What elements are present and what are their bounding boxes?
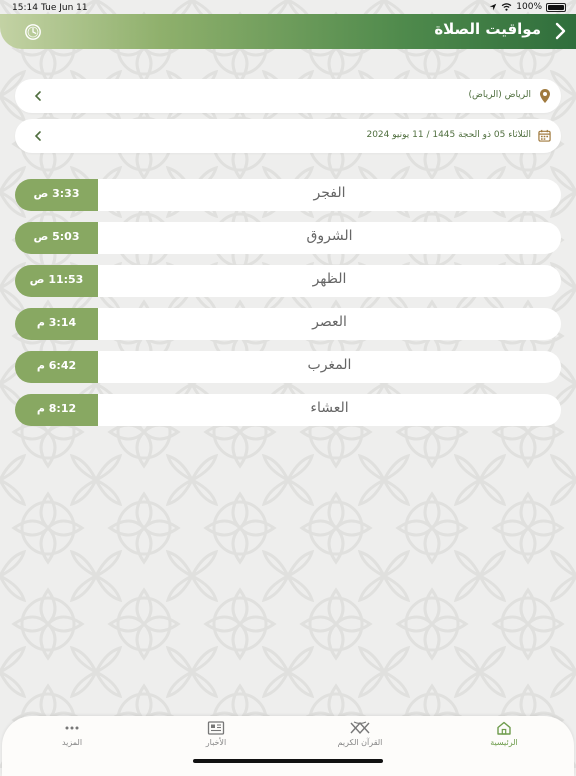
prayer-time-box: 3:33 ص bbox=[15, 179, 98, 211]
clock-icon[interactable] bbox=[24, 23, 42, 41]
tab-more[interactable]: المزيد bbox=[27, 721, 117, 761]
battery-percent: 100% bbox=[516, 2, 542, 12]
prayer-time-box: 8:12 م bbox=[15, 394, 98, 426]
wifi-icon bbox=[501, 3, 512, 11]
bottom-tab-bar: المزيد الأخبار القرآن الكريم الرئيسية bbox=[2, 716, 574, 776]
location-selector[interactable]: الرياض (الرياض) bbox=[15, 79, 561, 113]
prayer-time-box: 5:03 ص bbox=[15, 222, 98, 254]
chevron-left-icon bbox=[34, 91, 41, 101]
prayer-row-dhuhr: الظهر 11:53 ص bbox=[15, 265, 561, 297]
prayer-name-box: الفجر bbox=[98, 179, 561, 211]
prayer-name: الفجر bbox=[313, 185, 346, 201]
location-pin-icon bbox=[540, 89, 550, 103]
prayer-name-box: العشاء bbox=[98, 394, 561, 426]
prayer-time: 3:33 ص bbox=[33, 187, 80, 200]
prayer-row-sunrise: الشروق 5:03 ص bbox=[15, 222, 561, 254]
home-indicator bbox=[193, 759, 383, 763]
home-icon bbox=[497, 721, 511, 735]
prayer-time: 5:03 ص bbox=[33, 230, 80, 243]
prayer-time: 6:42 م bbox=[36, 359, 77, 372]
prayer-time-box: 3:14 م bbox=[15, 308, 98, 340]
prayer-name: العصر bbox=[312, 314, 347, 330]
more-icon bbox=[65, 726, 79, 730]
status-time: 15:14 bbox=[12, 3, 38, 13]
prayer-row-isha: العشاء 8:12 م bbox=[15, 394, 561, 426]
tab-label: الأخبار bbox=[205, 738, 227, 747]
prayer-name: الظهر bbox=[312, 271, 347, 287]
prayer-time-box: 11:53 ص bbox=[15, 265, 98, 297]
location-arrow-icon bbox=[490, 3, 497, 11]
status-bar: 15:14 Tue Jun 11 100% bbox=[0, 0, 576, 16]
prayer-name-box: المغرب bbox=[98, 351, 561, 383]
prayer-time: 3:14 م bbox=[36, 316, 77, 329]
prayer-name-box: العصر bbox=[98, 308, 561, 340]
tab-label: الرئيسية bbox=[490, 738, 518, 747]
location-label: الرياض (الرياض) bbox=[468, 90, 531, 100]
prayer-row-maghrib: المغرب 6:42 م bbox=[15, 351, 561, 383]
prayer-name: المغرب bbox=[307, 357, 352, 373]
background-pattern bbox=[0, 0, 576, 768]
prayer-row-asr: العصر 3:14 م bbox=[15, 308, 561, 340]
calendar-icon bbox=[538, 129, 551, 142]
tab-home[interactable]: الرئيسية bbox=[459, 721, 549, 761]
status-indicators: 100% bbox=[489, 2, 566, 12]
quran-icon bbox=[350, 721, 370, 735]
chevron-left-icon bbox=[34, 131, 41, 141]
date-selector[interactable]: الثلاثاء 05 ذو الحجة 1445 / 11 يونيو 202… bbox=[15, 119, 561, 153]
prayer-time: 11:53 ص bbox=[29, 273, 84, 286]
news-icon bbox=[207, 721, 225, 735]
date-label: الثلاثاء 05 ذو الحجة 1445 / 11 يونيو 202… bbox=[366, 130, 531, 140]
tab-label: المزيد bbox=[61, 738, 83, 747]
page-title: مواقيت الصلاة bbox=[434, 20, 541, 38]
prayer-name: الشروق bbox=[306, 228, 353, 244]
header-bar: مواقيت الصلاة bbox=[0, 14, 576, 49]
tab-news[interactable]: الأخبار bbox=[171, 721, 261, 761]
prayer-name-box: الشروق bbox=[98, 222, 561, 254]
prayer-time-box: 6:42 م bbox=[15, 351, 98, 383]
prayer-row-fajr: الفجر 3:33 ص bbox=[15, 179, 561, 211]
tab-label: القرآن الكريم bbox=[337, 738, 383, 747]
battery-icon bbox=[546, 2, 566, 12]
tab-quran[interactable]: القرآن الكريم bbox=[315, 721, 405, 761]
prayer-name-box: الظهر bbox=[98, 265, 561, 297]
prayer-name: العشاء bbox=[310, 400, 349, 416]
prayer-time: 8:12 م bbox=[36, 402, 77, 415]
back-chevron-icon[interactable] bbox=[552, 21, 570, 41]
status-date: Tue Jun 11 bbox=[41, 3, 88, 13]
